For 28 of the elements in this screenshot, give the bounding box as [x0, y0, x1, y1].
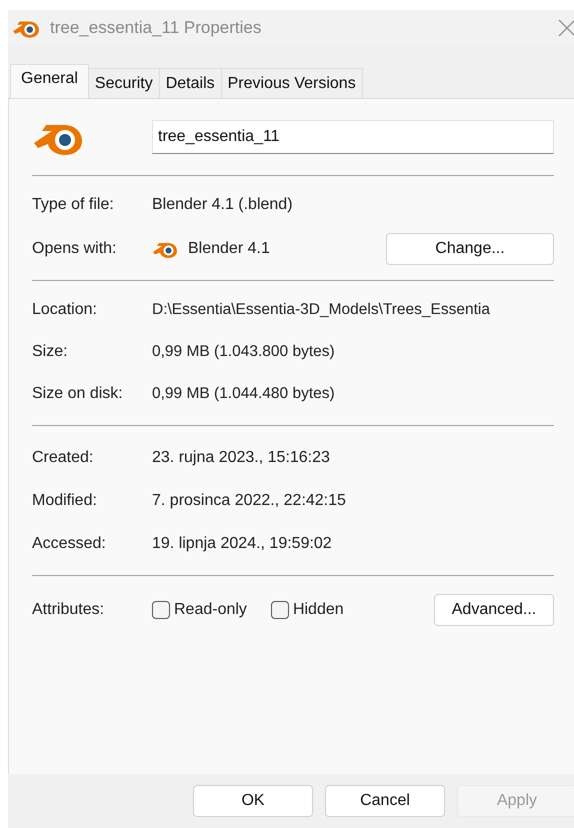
field-value: 19. lipnja 2024., 19:59:02 [152, 534, 332, 552]
attribute-checkbox[interactable]: Hidden [270, 601, 344, 619]
field-value: D:\Essentia\Essentia-3D_Models\Trees_Essentia [152, 301, 490, 319]
field-value: 7. prosinca 2022., 22:42:15 [152, 492, 346, 510]
field-value: 23. rujna 2023., 15:16:23 [152, 448, 330, 466]
change-button[interactable]: Change... [386, 233, 554, 265]
advanced-button[interactable]: Advanced... [434, 594, 554, 626]
dialog-button[interactable]: OK [193, 785, 313, 817]
dialog-button[interactable]: Cancel [325, 785, 445, 817]
field-value: Blender 4.1 (.blend) [152, 196, 293, 214]
field-label: Size: [32, 343, 69, 361]
tab[interactable]: Previous Versions [220, 68, 363, 98]
field-label: Type of file: [32, 196, 115, 214]
field-value: 0,99 MB (1.044.480 bytes) [152, 385, 335, 403]
field-label: Size on disk: [32, 385, 124, 403]
window-title: tree_essentia_11 Properties [50, 18, 262, 38]
file-name-field[interactable]: tree_essentia_11 [152, 120, 554, 154]
field-value: 0,99 MB (1.043.800 bytes) [152, 343, 335, 361]
field-label: Modified: [32, 492, 98, 510]
field-label: Accessed: [32, 534, 107, 552]
field-label: Attributes: [32, 601, 106, 619]
close-icon[interactable] [558, 19, 574, 37]
field-label: Location: [32, 301, 98, 319]
field-value: Blender 4.1 [188, 240, 271, 258]
attribute-checkbox[interactable]: Read-only [152, 601, 247, 619]
tab[interactable]: General [10, 64, 89, 98]
field-label: Created: [32, 448, 94, 466]
field-label: Opens with: [32, 240, 118, 258]
